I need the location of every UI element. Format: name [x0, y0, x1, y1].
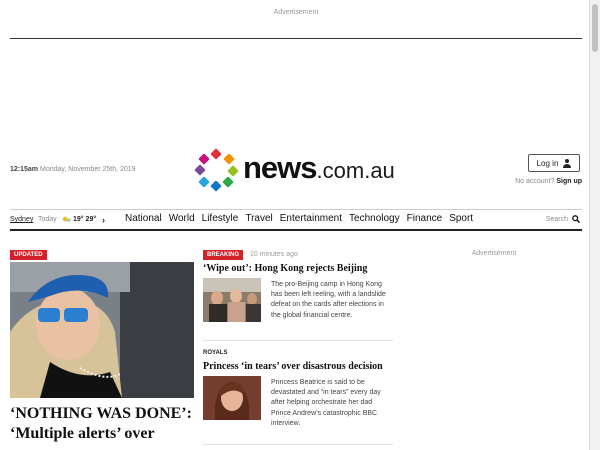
date-time: 12:15am Monday, November 25th, 2019: [10, 166, 136, 173]
current-date: Monday, November 25th, 2019: [39, 166, 136, 173]
no-account-text: No account?: [515, 178, 555, 185]
scrollbar-thumb[interactable]: [592, 4, 598, 52]
story-headline[interactable]: Princess ‘in tears’ over disastrous deci…: [203, 361, 383, 372]
nav-link-entertainment[interactable]: Entertainment: [280, 213, 342, 224]
story-summary: The pro-Beijing camp in Hong Kong has be…: [271, 281, 386, 319]
search-label[interactable]: Search: [546, 216, 568, 223]
site-logo[interactable]: news.com.au: [194, 148, 406, 192]
header-divider: [10, 38, 582, 39]
login-button[interactable]: Log in: [528, 154, 580, 172]
signup-link[interactable]: Sign up: [556, 178, 582, 185]
weather-today-label: Today: [38, 216, 57, 223]
hero-headline[interactable]: ‘NOTHING WAS DONE’: ‘Multiple alerts’ ov…: [10, 404, 198, 444]
story-headline[interactable]: ‘Wipe out’: Hong Kong rejects Beijing: [203, 263, 367, 274]
story-timestamp: 10 minutes ago: [250, 251, 298, 258]
hero-story-image[interactable]: [10, 262, 194, 398]
nav-link-technology[interactable]: Technology: [349, 213, 400, 224]
breaking-badge: BREAKING: [203, 250, 244, 260]
story-divider: [203, 444, 393, 445]
nav-link-travel[interactable]: Travel: [245, 213, 272, 224]
nav-links: National World Lifestyle Travel Entertainmen…: [125, 213, 473, 224]
nav-link-national[interactable]: National: [125, 213, 162, 224]
page-scrollbar[interactable]: [589, 0, 600, 450]
nav-link-world[interactable]: World: [169, 213, 195, 224]
login-label: Log in: [536, 158, 559, 168]
main-navigation: Sydney Today 19° 29° › National World Life…: [10, 209, 582, 231]
story-summary: Princess Beatrice is said to be devastat…: [271, 379, 381, 427]
weather-temps: 19° 29°: [73, 216, 97, 223]
partly-sunny-icon: [62, 216, 71, 222]
story-divider: [203, 340, 393, 341]
top-advertisement-label: Advertisement: [273, 9, 319, 16]
signup-prompt: No account? Sign up: [515, 178, 582, 185]
story-thumbnail[interactable]: [203, 278, 261, 322]
weather-location-link[interactable]: Sydney: [10, 216, 33, 223]
search-icon[interactable]: [572, 215, 580, 223]
user-icon: [563, 158, 572, 168]
story-thumbnail[interactable]: [203, 376, 261, 420]
logo-mark-icon: [194, 148, 239, 192]
side-advertisement-label: Advertisement: [471, 250, 517, 257]
nav-link-finance[interactable]: Finance: [407, 213, 443, 224]
current-time: 12:15am: [10, 166, 39, 173]
nav-link-sport[interactable]: Sport: [449, 213, 473, 224]
chevron-right-icon[interactable]: ›: [102, 215, 105, 225]
updated-badge: UPDATED: [10, 250, 47, 260]
story-kicker: ROYALS: [203, 350, 228, 356]
logo-wordmark: news.com.au: [243, 150, 395, 185]
nav-link-lifestyle[interactable]: Lifestyle: [202, 213, 239, 224]
